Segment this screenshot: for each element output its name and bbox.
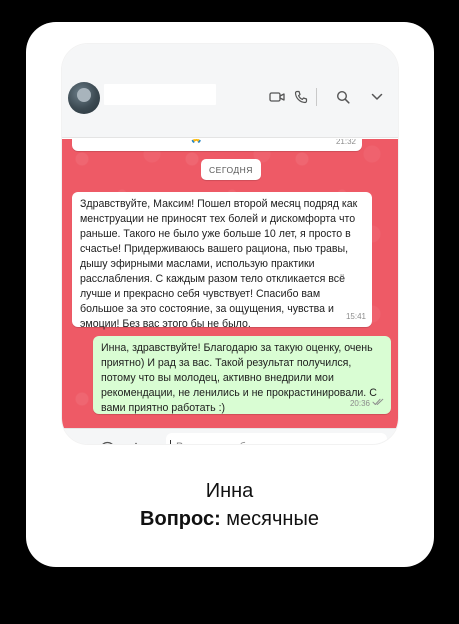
message-meta: 20:36: [350, 396, 385, 411]
plus-icon[interactable]: [126, 439, 146, 444]
message-time: 15:41: [345, 312, 366, 321]
microphone-icon[interactable]: [396, 439, 398, 444]
caption-question-value: месячные: [226, 508, 319, 530]
message-time: 20:36: [349, 399, 370, 408]
date-divider: СЕГОДНЯ: [201, 159, 261, 180]
double-check-icon: [372, 396, 385, 411]
caption-client-name: Инна: [205, 480, 254, 502]
incoming-message-bubble[interactable]: Здравствуйте, Максим! Пошел второй месяц…: [72, 192, 372, 330]
phone-icon[interactable]: [290, 86, 312, 108]
message-composer: Введите сообщение: [62, 428, 398, 444]
chat-header: [62, 44, 398, 138]
chat-window: 🙏 21:32 СЕГОДНЯ Здравствуйте, Максим! По…: [62, 44, 398, 444]
search-icon[interactable]: [332, 86, 354, 108]
previous-message-bubble: 🙏 21:32: [72, 139, 362, 151]
emoji-icon[interactable]: [97, 439, 117, 444]
message-time: 21:32: [335, 139, 356, 146]
avatar[interactable]: [68, 82, 100, 114]
chat-area[interactable]: 🙏 21:32 СЕГОДНЯ Здравствуйте, Максим! По…: [62, 139, 398, 428]
message-input[interactable]: Введите сообщение: [166, 433, 387, 444]
contact-name-redacted: [104, 84, 216, 105]
message-text: Здравствуйте, Максим! Пошел второй месяц…: [80, 198, 358, 330]
video-call-icon[interactable]: [266, 86, 288, 108]
message-text: Инна, здравствуйте! Благодарю за такую о…: [101, 342, 377, 414]
header-divider: [316, 88, 317, 106]
prayer-emoji: 🙏: [190, 139, 202, 146]
message-meta: 15:41: [346, 309, 366, 324]
outgoing-message-bubble[interactable]: Инна, здравствуйте! Благодарю за такую о…: [93, 336, 391, 414]
caption-question-label: Вопрос:: [140, 508, 221, 530]
chevron-down-icon[interactable]: [366, 86, 388, 108]
caption-question: Вопрос: месячные: [0, 508, 459, 531]
